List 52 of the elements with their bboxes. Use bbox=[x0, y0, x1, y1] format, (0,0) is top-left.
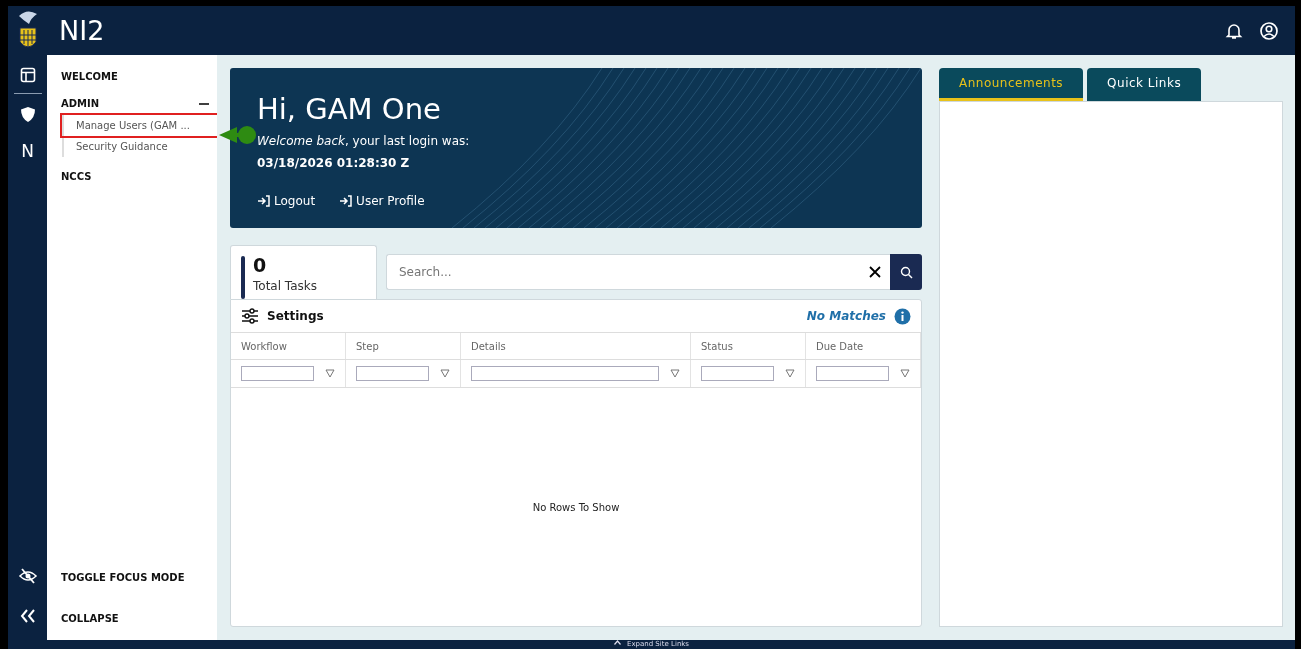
double-chevron-icon[interactable] bbox=[18, 608, 37, 624]
filter-field[interactable] bbox=[471, 366, 659, 381]
settings-link[interactable]: Settings bbox=[267, 307, 324, 325]
sidebar-item[interactable]: Manage Users (GAM ... bbox=[62, 115, 218, 136]
search-icon bbox=[899, 266, 913, 279]
greeting: Hi, GAM One bbox=[257, 94, 442, 126]
banner-link[interactable]: Logout bbox=[257, 191, 316, 210]
filter-field[interactable] bbox=[701, 366, 774, 381]
sidebar-section[interactable]: NCCS bbox=[61, 169, 92, 184]
eye-slash-icon[interactable] bbox=[18, 568, 37, 584]
welcome-message: Welcome back, your last login was: bbox=[257, 132, 471, 150]
column-header[interactable]: Status bbox=[691, 333, 806, 359]
sign-in-icon bbox=[257, 194, 270, 207]
column-header[interactable]: Due Date bbox=[806, 333, 921, 359]
app-title: NI2 bbox=[59, 17, 105, 44]
column-header[interactable]: Details bbox=[461, 333, 691, 359]
filter-icon[interactable] bbox=[325, 369, 335, 378]
n-icon[interactable]: N bbox=[21, 139, 34, 165]
sign-in-icon bbox=[339, 194, 353, 207]
tab[interactable]: Announcements bbox=[939, 68, 1084, 101]
sliders-icon[interactable] bbox=[241, 308, 259, 324]
column-header[interactable]: Step bbox=[346, 333, 461, 359]
total-tasks-tab[interactable]: 0 Total Tasks bbox=[230, 245, 377, 299]
filter-field[interactable] bbox=[356, 366, 429, 381]
focus-mode-toggle[interactable]: TOGGLE FOCUS MODE bbox=[61, 570, 209, 585]
filter-field[interactable] bbox=[241, 366, 314, 381]
search-field[interactable]: Search... bbox=[386, 254, 890, 290]
match-status: No Matches bbox=[806, 308, 886, 325]
filter-icon[interactable] bbox=[440, 369, 450, 378]
filter-field[interactable] bbox=[816, 366, 889, 381]
filter-icon[interactable] bbox=[900, 369, 910, 378]
user-account-icon[interactable] bbox=[1259, 20, 1279, 41]
info-icon[interactable] bbox=[894, 307, 911, 325]
sidebar-section[interactable]: ADMIN bbox=[61, 96, 100, 111]
bell-icon[interactable] bbox=[1225, 21, 1243, 40]
banner-link[interactable]: User Profile bbox=[339, 191, 425, 210]
layout-icon[interactable] bbox=[19, 67, 36, 83]
caret-up-icon bbox=[613, 640, 621, 645]
column-header[interactable]: Workflow bbox=[231, 333, 346, 359]
collapse-link[interactable]: COLLAPSE bbox=[61, 611, 209, 626]
search-button[interactable] bbox=[890, 254, 922, 290]
filter-icon[interactable] bbox=[670, 369, 680, 378]
tab[interactable]: Quick Links bbox=[1087, 68, 1202, 101]
task-count: 0 bbox=[253, 256, 268, 275]
shield-icon[interactable] bbox=[19, 106, 36, 123]
last-login-time: 03/18/2026 01:28:30 Z bbox=[257, 154, 411, 172]
task-count-label: Total Tasks bbox=[253, 278, 317, 295]
filter-icon[interactable] bbox=[785, 369, 795, 378]
sidebar-item[interactable]: Security Guidance bbox=[64, 136, 209, 157]
sidebar-section[interactable]: WELCOME bbox=[61, 69, 118, 84]
arrow-drawing bbox=[219, 125, 257, 145]
empty-grid-message: No Rows To Show bbox=[532, 500, 620, 515]
